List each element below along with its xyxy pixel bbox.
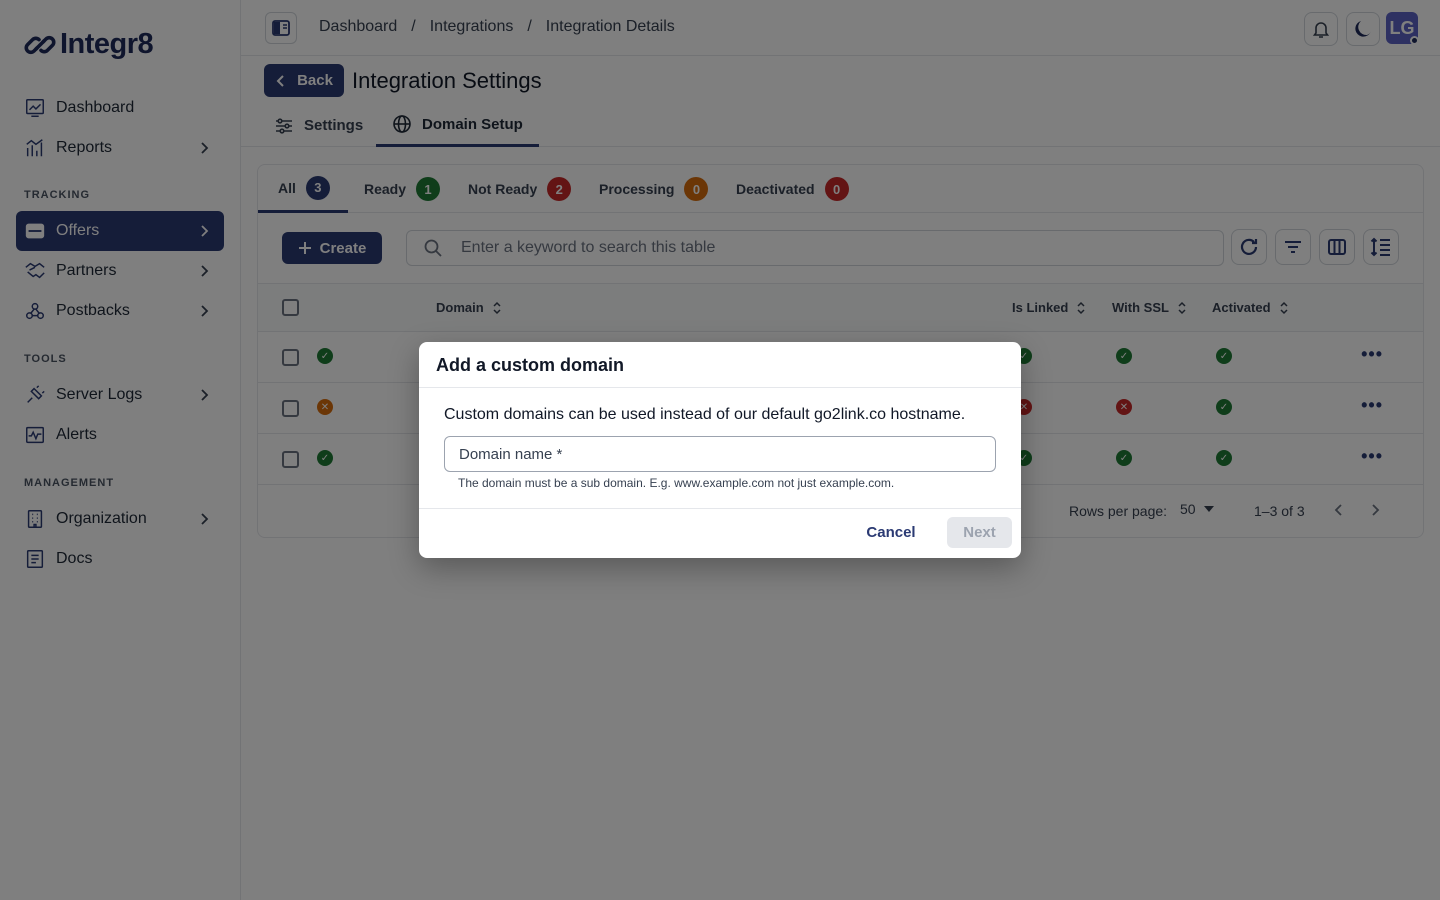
domain-name-placeholder: Domain name *: [459, 445, 563, 463]
divider: [419, 387, 1021, 388]
next-button[interactable]: Next: [947, 517, 1012, 548]
add-domain-dialog: Add a custom domain Custom domains can b…: [419, 342, 1021, 558]
cancel-button[interactable]: Cancel: [855, 516, 927, 548]
dialog-title: Add a custom domain: [436, 355, 625, 375]
dialog-description: Custom domains can be used instead of ou…: [444, 406, 966, 423]
domain-name-input[interactable]: Domain name *: [444, 436, 996, 472]
divider: [419, 508, 1021, 509]
domain-helper-text: The domain must be a sub domain. E.g. ww…: [458, 476, 895, 490]
